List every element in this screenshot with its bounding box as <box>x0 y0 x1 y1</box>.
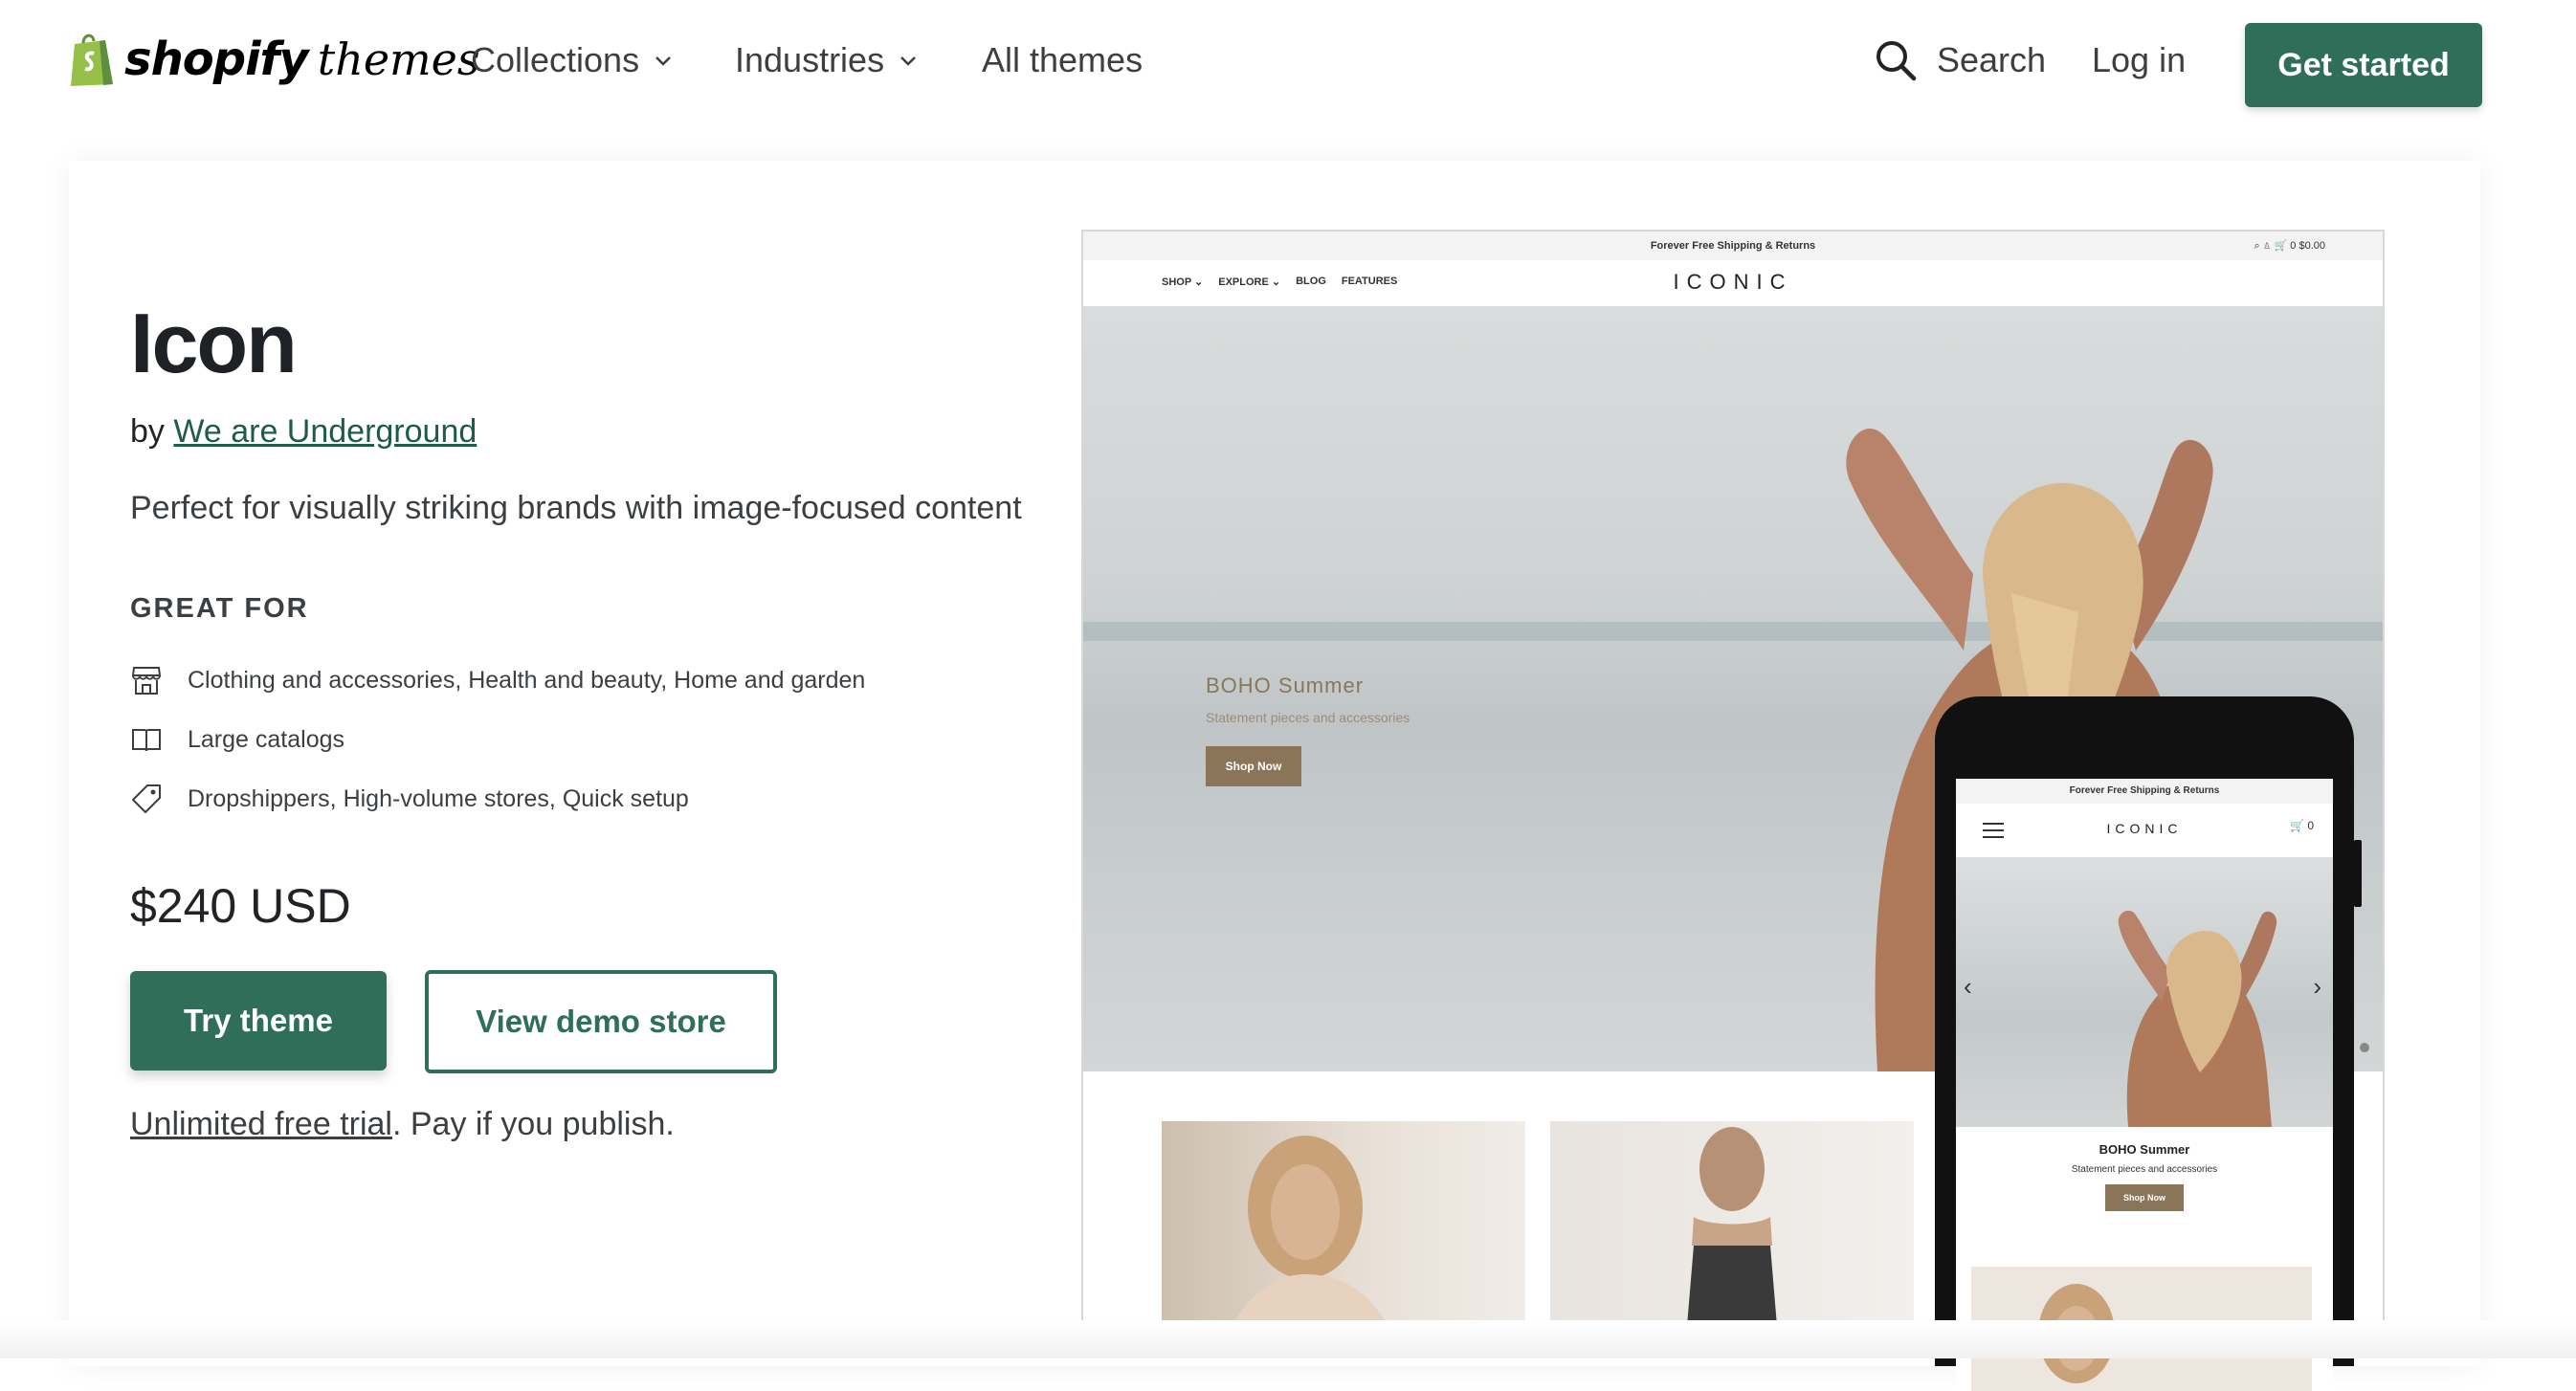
model-portrait-icon <box>1227 1136 1393 1337</box>
phone-side-button <box>2354 840 2362 907</box>
great-for-text: Clothing and accessories, Health and bea… <box>188 666 866 694</box>
theme-title: Icon <box>130 296 298 390</box>
free-trial-suffix: . Pay if you publish. <box>391 1106 675 1142</box>
phone-cart: 🛒 0 <box>2290 819 2314 832</box>
phone-hero-image: ‹ › <box>1956 857 2333 1127</box>
chevron-right-icon: › <box>2313 972 2321 1001</box>
chevron-left-icon: ‹ <box>1964 972 1972 1001</box>
phone-hero-subheading: Statement pieces and accessories <box>2071 1164 2218 1175</box>
nav-industries-label: Industries <box>735 40 885 79</box>
phone-header: ICONIC 🛒 0 <box>1956 804 2333 857</box>
preview-announcement: Forever Free Shipping & Returns <box>1650 240 1816 252</box>
free-trial-note: Unlimited free trial. Pay if you publish… <box>130 1106 675 1143</box>
phone-screen: Forever Free Shipping & Returns ICONIC 🛒… <box>1956 779 2333 1391</box>
phone-brand: ICONIC <box>2106 821 2183 836</box>
preview-shop-now-button: Shop Now <box>1206 746 1301 786</box>
nav-collections-label: Collections <box>471 40 640 79</box>
login-link[interactable]: Log in <box>2092 40 2186 80</box>
preview-hero-heading: BOHO Summer <box>1206 673 1365 697</box>
phone-announcement: Forever Free Shipping & Returns <box>1956 779 2333 804</box>
free-trial-link[interactable]: Unlimited free trial <box>130 1106 392 1142</box>
tag-icon <box>132 784 161 813</box>
great-for-item: Dropshippers, High-volume stores, Quick … <box>130 783 689 815</box>
phone-shop-now-button: Shop Now <box>2105 1184 2184 1211</box>
store-icon <box>131 667 162 695</box>
theme-price: $240 USD <box>130 879 351 933</box>
book-icon <box>132 729 161 752</box>
try-theme-button[interactable]: Try theme <box>130 971 387 1071</box>
model-dress-icon <box>1686 1127 1778 1337</box>
theme-byline: by We are Underground <box>130 413 477 451</box>
theme-mobile-preview[interactable]: Forever Free Shipping & Returns ICONIC 🛒… <box>1935 696 2362 1391</box>
shopify-bag-icon <box>71 33 113 86</box>
phone-hero-heading: BOHO Summer <box>2099 1142 2190 1157</box>
preview-header: SHOP ⌄ EXPLORE ⌄ BLOG FEATURES ICONIC <box>1083 260 2383 306</box>
preview-header-icons: ⌕ ♙ 🛒 0 $0.00 <box>2254 240 2325 252</box>
preview-product-image <box>1550 1121 1914 1337</box>
theme-description: Perfect for visually striking brands wit… <box>130 490 1022 526</box>
great-for-item: Large catalogs <box>130 723 344 756</box>
great-for-heading: GREAT FOR <box>130 593 309 624</box>
get-started-button[interactable]: Get started <box>2245 23 2482 107</box>
top-navigation: shopify themes Collections Industries Al… <box>0 0 2576 134</box>
by-label: by <box>130 413 165 450</box>
page-bottom-fade <box>0 1320 2576 1358</box>
search-label: Search <box>1937 40 2047 79</box>
great-for-text: Large catalogs <box>188 725 345 753</box>
search-icon <box>1876 41 1917 81</box>
chevron-down-icon <box>900 56 916 66</box>
chevron-down-icon <box>655 56 671 66</box>
search-button[interactable]: Search <box>1874 38 2046 82</box>
nav-collections[interactable]: Collections <box>471 40 674 80</box>
phone-model-figure <box>2118 910 2277 1127</box>
carousel-dot[interactable] <box>2360 1043 2369 1052</box>
shopify-themes-logo[interactable]: shopify themes <box>67 31 480 88</box>
preview-hero-subheading: Statement pieces and accessories <box>1206 710 1410 725</box>
nav-industries[interactable]: Industries <box>735 40 919 80</box>
great-for-item: Clothing and accessories, Health and bea… <box>130 664 865 696</box>
view-demo-store-button[interactable]: View demo store <box>425 970 777 1073</box>
preview-brand: ICONIC <box>1673 270 1793 294</box>
author-link[interactable]: We are Underground <box>173 413 477 450</box>
great-for-text: Dropshippers, High-volume stores, Quick … <box>188 784 689 812</box>
logo-themes-label: themes <box>317 33 480 85</box>
nav-all-themes[interactable]: All themes <box>982 40 1143 80</box>
preview-product-image <box>1162 1121 1525 1337</box>
preview-announcement-bar: Forever Free Shipping & Returns ⌕ ♙ 🛒 0 … <box>1083 232 2383 260</box>
logo-wordmark: shopify <box>124 33 309 86</box>
